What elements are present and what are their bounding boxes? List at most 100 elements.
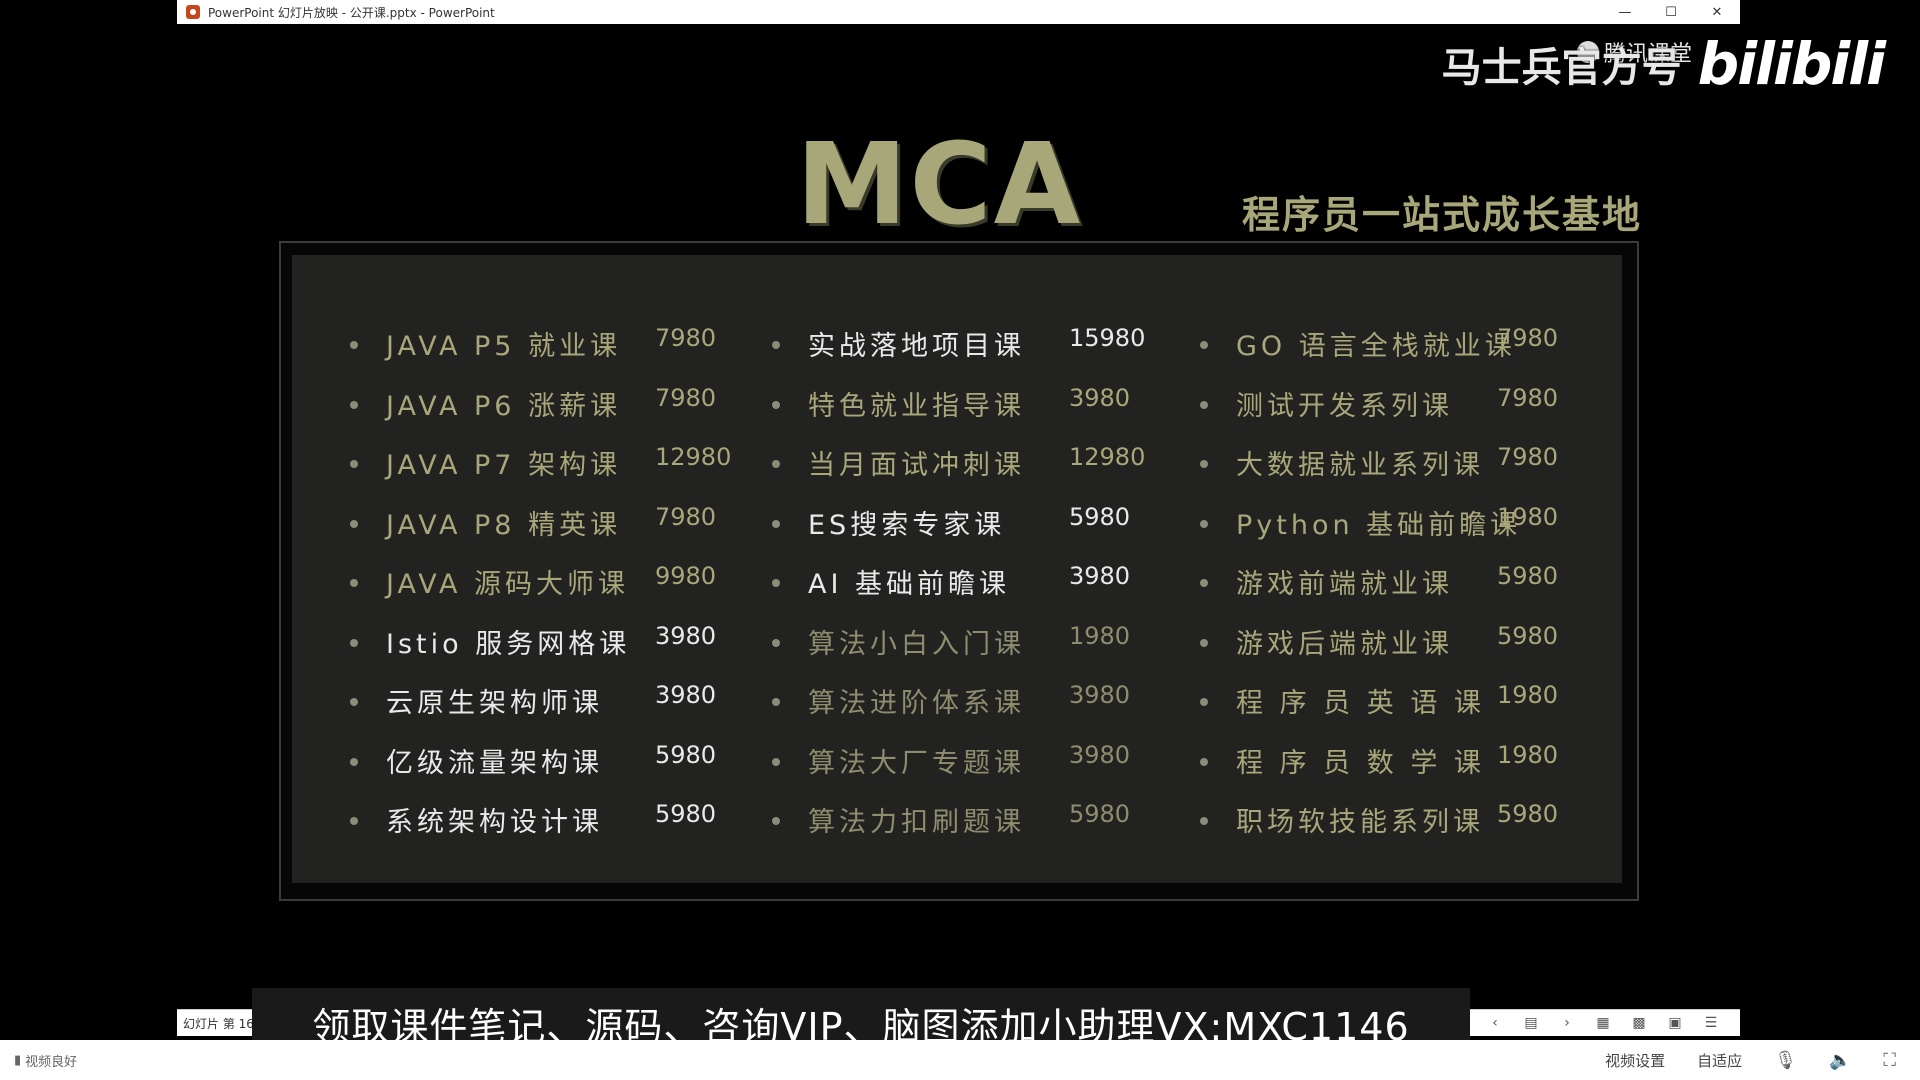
slide-menu-icon[interactable]: ▤	[1518, 1015, 1544, 1031]
course-price: 7980	[655, 324, 717, 352]
course-name: 实战落地项目课	[808, 331, 1025, 362]
course-price: 7980	[1497, 324, 1559, 352]
course-name: JAVA P6 涨薪课	[386, 390, 622, 422]
bullet-icon	[1200, 519, 1208, 528]
bullet-icon	[772, 341, 780, 349]
bullet-icon	[772, 757, 780, 766]
course-price: 3980	[1069, 383, 1131, 412]
maximize-button[interactable]: ☐	[1648, 0, 1694, 24]
course-name: 职场软技能系列课	[1236, 807, 1484, 838]
course-price: 15980	[1069, 324, 1146, 352]
course-panel: JAVA P5 就业课 7980 JAVA P6 涨薪课 7980 JAVA P7 架构…	[292, 255, 1622, 883]
minimize-button[interactable]: —	[1602, 0, 1648, 24]
course-name: JAVA P8 精英课	[386, 509, 622, 541]
bullet-icon	[772, 698, 780, 706]
bullet-icon	[1200, 698, 1208, 706]
course-name: 算法进阶体系课	[808, 688, 1025, 719]
sorter-view-icon[interactable]: ▩	[1626, 1015, 1652, 1031]
course-price: 5980	[655, 800, 717, 828]
powerpoint-icon	[186, 5, 200, 19]
bullet-icon	[772, 817, 780, 825]
bullet-icon	[1200, 638, 1208, 647]
bullet-icon	[1200, 579, 1208, 587]
course-name: 测试开发系列课	[1236, 390, 1453, 422]
bullet-icon	[350, 757, 358, 766]
auto-fit-button[interactable]: 自适应	[1697, 1050, 1742, 1071]
bullet-icon	[350, 817, 358, 825]
course-price: 7980	[1497, 383, 1559, 412]
course-price: 3980	[655, 681, 717, 709]
signal-icon: ▮	[14, 1052, 22, 1068]
volume-icon[interactable]: 🔈	[1829, 1050, 1851, 1071]
course-name: 云原生架构师课	[386, 688, 603, 719]
bullet-icon	[350, 698, 358, 706]
course-price: 12980	[655, 443, 732, 471]
course-name: ES搜索专家课	[808, 509, 1006, 541]
course-name: 程 序 员 英 语 课	[1236, 688, 1485, 719]
course-price: 5980	[1497, 562, 1559, 590]
course-name: GO 语言全栈就业课	[1236, 331, 1516, 362]
bullet-icon	[350, 460, 358, 468]
course-name: 大数据就业系列课	[1236, 450, 1484, 481]
course-name: 系统架构设计课	[386, 807, 603, 838]
course-name: 游戏后端就业课	[1236, 628, 1453, 660]
prev-slide-icon[interactable]: ‹	[1482, 1015, 1508, 1031]
bullet-icon	[772, 638, 780, 647]
course-price: 5980	[1497, 800, 1559, 828]
course-name: 当月面试冲刺课	[808, 450, 1025, 481]
bilibili-logo: bilibili	[1697, 30, 1886, 98]
course-price: 3980	[1069, 562, 1131, 590]
bullet-icon	[1200, 817, 1208, 825]
course-price: 7980	[655, 383, 717, 412]
signal-status: ▮ 视频良好	[14, 1051, 77, 1070]
course-price: 3980	[655, 621, 717, 650]
reading-view-icon[interactable]: ▣	[1662, 1015, 1688, 1031]
bullet-icon	[772, 579, 780, 587]
course-price: 9980	[655, 562, 717, 590]
bullet-icon	[350, 579, 358, 587]
status-controls: ‹ ▤ › ▦ ▩ ▣ ☰	[1482, 1015, 1724, 1031]
video-settings-button[interactable]: 视频设置	[1605, 1050, 1665, 1071]
bullet-icon	[1200, 400, 1208, 409]
course-name: 游戏前端就业课	[1236, 569, 1453, 600]
bullet-icon	[772, 400, 780, 409]
bullet-icon	[350, 638, 358, 647]
window-title: PowerPoint 幻灯片放映 - 公开课.pptx - PowerPoint	[208, 5, 495, 20]
channel-name: 马士兵官方号	[1441, 45, 1682, 91]
bullet-icon	[350, 400, 358, 409]
course-name: JAVA P7 架构课	[386, 450, 622, 481]
course-price: 7980	[1497, 443, 1559, 471]
course-price: 7980	[655, 502, 717, 531]
course-price: 1980	[1497, 740, 1559, 769]
close-button[interactable]: ✕	[1694, 0, 1740, 24]
bullet-icon	[772, 460, 780, 468]
bullet-icon	[1200, 341, 1208, 349]
course-name: 程 序 员 数 学 课	[1236, 747, 1485, 779]
next-slide-icon[interactable]: ›	[1554, 1015, 1580, 1031]
course-name: Istio 服务网格课	[386, 628, 631, 660]
course-price: 3980	[1069, 681, 1131, 709]
bullet-icon	[1200, 460, 1208, 468]
fullscreen-icon[interactable]: ⛶	[1883, 1050, 1896, 1071]
course-price: 1980	[1069, 621, 1131, 650]
ppt-titlebar: PowerPoint 幻灯片放映 - 公开课.pptx - PowerPoint…	[177, 0, 1740, 24]
player-controls: 视频设置 自适应 🎙 🔈 ⛶	[1605, 1050, 1896, 1071]
bullet-icon	[772, 519, 780, 528]
course-name: 特色就业指导课	[808, 390, 1025, 422]
mca-logo: MCA	[796, 120, 1083, 250]
course-price: 1980	[1497, 681, 1559, 709]
course-name: 算法力扣刷题课	[808, 807, 1025, 838]
mic-icon[interactable]: 🎙	[1774, 1050, 1797, 1071]
slideshow-view-icon[interactable]: ☰	[1698, 1015, 1724, 1031]
course-name: AI 基础前瞻课	[808, 569, 1011, 600]
course-price: 5980	[655, 740, 717, 769]
slogan: 程序员一站式成长基地	[1242, 193, 1643, 237]
bullet-icon	[1200, 757, 1208, 766]
course-name: JAVA 源码大师课	[386, 569, 630, 600]
normal-view-icon[interactable]: ▦	[1590, 1015, 1616, 1031]
course-price: 5980	[1497, 621, 1559, 650]
slide-number: 幻灯片 第 16	[183, 1016, 254, 1031]
course-name: 亿级流量架构课	[386, 747, 603, 779]
course-name: JAVA P5 就业课	[386, 331, 622, 362]
course-price: 1980	[1497, 502, 1559, 531]
